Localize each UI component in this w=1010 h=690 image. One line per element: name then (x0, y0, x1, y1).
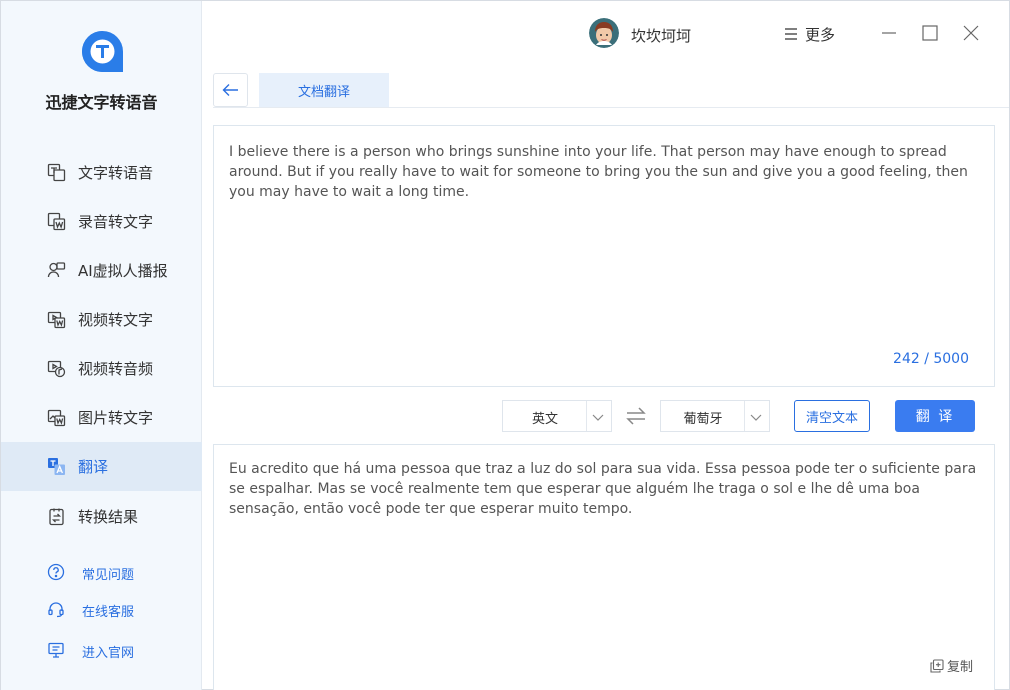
image-to-text-icon (47, 409, 66, 427)
monitor-icon (48, 642, 64, 658)
chevron-down-icon (592, 414, 604, 421)
headset-icon (48, 602, 64, 618)
help-link-website[interactable]: 进入官网 (1, 638, 202, 664)
sidebar-item-video-to-text[interactable]: 视频转文字 (1, 295, 202, 344)
help-link-label: 常见问题 (82, 568, 135, 583)
source-text[interactable]: I believe there is a person who brings s… (229, 142, 987, 202)
swap-languages-icon[interactable] (624, 405, 648, 427)
sidebar-item-ai-avatar[interactable]: AI虚拟人播报 (1, 246, 202, 295)
app-name: 迅捷文字转语音 (45, 93, 158, 112)
target-language-select[interactable]: 葡萄牙 (660, 400, 770, 432)
copy-icon (930, 658, 944, 673)
menu-icon (785, 28, 797, 40)
target-language-value: 葡萄牙 (683, 412, 723, 427)
sidebar: 迅捷文字转语音 文字转语音 录音转文字 AI虚拟人播报 视频转文字 视频转音频 … (1, 1, 202, 690)
results-icon (49, 508, 64, 526)
tab-document-translate[interactable]: 文档翻译 (259, 73, 389, 108)
video-to-audio-icon (47, 360, 66, 378)
sidebar-item-label: 转换结果 (78, 508, 139, 526)
translate-button[interactable]: 翻 译 (895, 400, 975, 432)
audio-to-text-icon (47, 212, 66, 231)
question-icon (47, 563, 65, 581)
sidebar-item-label: 视频转文字 (78, 311, 154, 329)
arrow-left-icon (222, 84, 238, 96)
more-menu-button[interactable]: 更多 (783, 23, 835, 45)
sidebar-item-video-to-audio[interactable]: 视频转音频 (1, 344, 202, 393)
sidebar-item-label: 视频转音频 (78, 360, 154, 378)
sidebar-item-audio-to-text[interactable]: 录音转文字 (1, 197, 202, 246)
back-button[interactable] (213, 73, 248, 107)
ai-avatar-icon (47, 262, 66, 278)
copy-label: 复制 (946, 660, 973, 675)
app-logo-icon (82, 31, 123, 72)
sidebar-item-label: 图片转文字 (78, 409, 154, 427)
maximize-icon[interactable] (920, 23, 940, 43)
source-language-select[interactable]: 英文 (502, 400, 612, 432)
source-language-value: 英文 (531, 412, 558, 427)
avatar[interactable] (589, 18, 619, 48)
char-count: 242 / 5000 (893, 351, 969, 367)
sidebar-item-text-to-speech[interactable]: 文字转语音 (1, 148, 202, 197)
help-link-support[interactable]: 在线客服 (1, 597, 202, 623)
close-icon[interactable] (961, 23, 981, 43)
sidebar-item-label: 文字转语音 (78, 164, 154, 182)
app-window: 迅捷文字转语音 文字转语音 录音转文字 AI虚拟人播报 视频转文字 视频转音频 … (0, 0, 1010, 690)
result-text-area[interactable]: Eu acredito que há uma pessoa que traz a… (213, 444, 995, 690)
sidebar-item-label: AI虚拟人播报 (78, 262, 168, 280)
text-to-speech-icon (47, 163, 66, 182)
help-link-faq[interactable]: 常见问题 (1, 560, 202, 586)
copy-button[interactable]: 复制 (930, 656, 973, 675)
sidebar-item-label: 录音转文字 (78, 213, 154, 231)
sidebar-item-results[interactable]: 转换结果 (1, 492, 202, 541)
minimize-icon[interactable] (879, 23, 899, 43)
select-divider (586, 401, 587, 431)
sidebar-item-label: 翻译 (78, 458, 109, 476)
help-link-label: 进入官网 (82, 646, 135, 661)
result-text[interactable]: Eu acredito que há uma pessoa que traz a… (229, 459, 991, 519)
chevron-down-icon (750, 414, 762, 421)
help-link-label: 在线客服 (82, 605, 135, 620)
username[interactable]: 坎坎坷坷 (631, 25, 691, 46)
sidebar-item-translate[interactable]: 翻译 (1, 442, 202, 491)
select-divider (744, 401, 745, 431)
sidebar-item-image-to-text[interactable]: 图片转文字 (1, 393, 202, 442)
tab-divider (213, 107, 1009, 108)
clear-text-button[interactable]: 清空文本 (794, 400, 870, 432)
video-to-text-icon (47, 311, 66, 329)
more-label: 更多 (805, 25, 836, 44)
translate-icon (48, 458, 65, 475)
source-text-area[interactable]: I believe there is a person who brings s… (213, 125, 995, 387)
